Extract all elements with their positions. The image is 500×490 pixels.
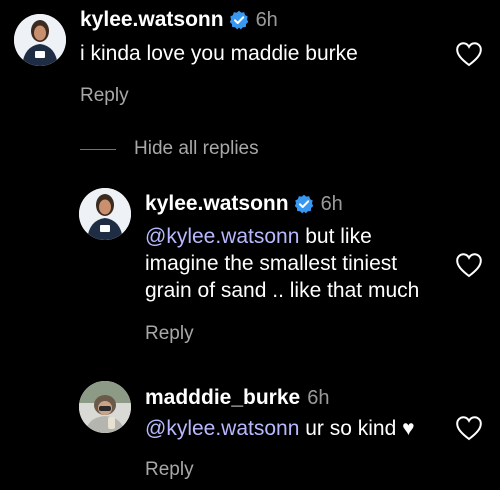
heart-outline-icon[interactable] [455, 41, 483, 67]
verified-badge-icon [294, 194, 314, 214]
username[interactable]: kylee.watsonn [145, 192, 289, 216]
hide-replies-label[interactable]: Hide all replies [134, 138, 259, 160]
heart-outline-icon[interactable] [455, 415, 483, 441]
avatar[interactable] [79, 188, 131, 240]
comment-body: i kinda love you maddie burke [80, 42, 358, 65]
timestamp: 6h [255, 8, 278, 31]
avatar[interactable] [79, 381, 131, 433]
verified-badge-icon [229, 10, 249, 30]
timestamp: 6h [320, 192, 343, 215]
reply-button[interactable]: Reply [145, 323, 194, 345]
reply-button[interactable]: Reply [80, 85, 129, 107]
heart-outline-icon[interactable] [455, 252, 483, 278]
hide-replies-toggle[interactable]: Hide all replies [80, 138, 259, 160]
comment-meta: madddie_burke 6h [145, 386, 329, 410]
divider-line [80, 148, 116, 150]
comment-body: ur so kind [299, 417, 397, 440]
comment-text: @kylee.watsonn but like imagine the smal… [145, 223, 445, 304]
white-heart-emoji: ♥ [402, 417, 415, 440]
username[interactable]: madddie_burke [145, 386, 300, 410]
comment-meta: kylee.watsonn 6h [145, 192, 343, 216]
comment-text: i kinda love you maddie burke [80, 40, 440, 67]
comment-text: @kylee.watsonn ur so kind ♥ [145, 415, 445, 442]
mention-link[interactable]: @kylee.watsonn [145, 225, 299, 248]
username[interactable]: kylee.watsonn [80, 8, 224, 32]
comment-meta: kylee.watsonn 6h [80, 8, 278, 32]
timestamp: 6h [307, 386, 330, 409]
avatar[interactable] [14, 14, 66, 66]
reply-button[interactable]: Reply [145, 459, 194, 481]
mention-link[interactable]: @kylee.watsonn [145, 417, 299, 440]
